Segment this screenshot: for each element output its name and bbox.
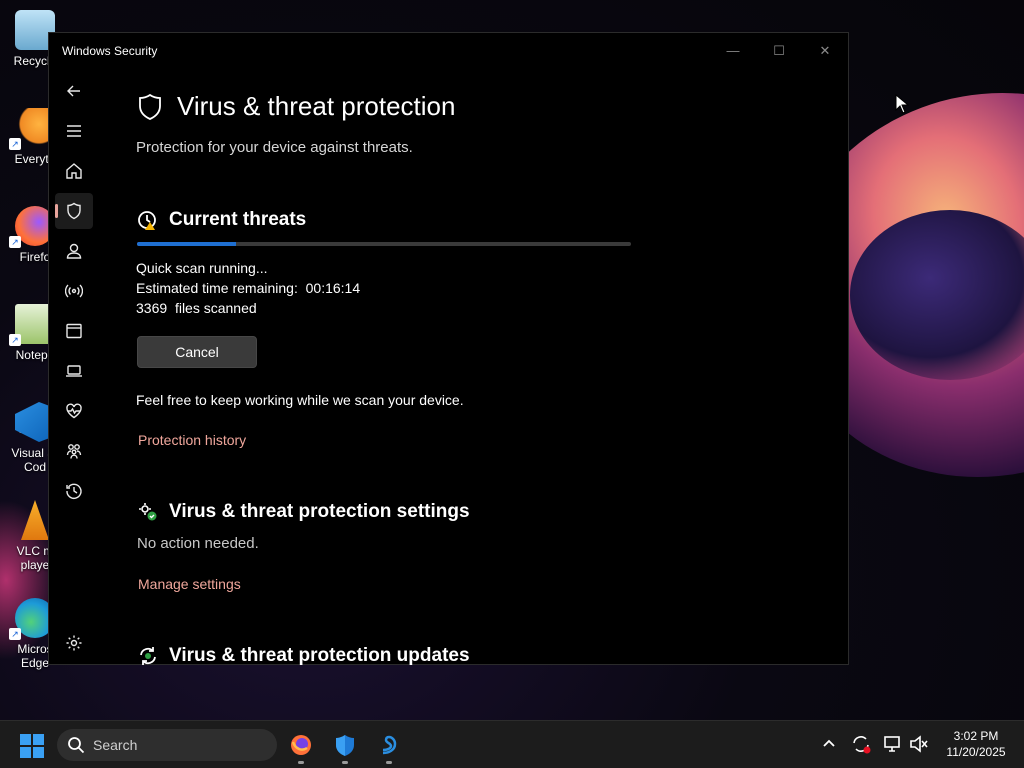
speaker-muted-icon (910, 735, 928, 753)
sidebar-item-app-browser-control[interactable] (55, 313, 93, 349)
back-button[interactable] (55, 73, 93, 109)
running-indicator (386, 761, 392, 764)
tray-sync-status[interactable] (850, 733, 872, 755)
sidebar-item-account-protection[interactable] (55, 233, 93, 269)
page-header: Virus & threat protection (137, 91, 455, 122)
firefox-icon (291, 735, 311, 755)
cancel-scan-button[interactable]: Cancel (137, 336, 257, 368)
settings-section-header: Virus & threat protection settings (137, 501, 470, 523)
page-title: Virus & threat protection (177, 91, 456, 121)
windows-security-window: Windows Security — ☐ ✕ Virus & threat pr… (48, 32, 849, 667)
taskbar-search[interactable]: Search (57, 729, 277, 761)
shield-icon (67, 202, 81, 220)
windows-logo-tile (20, 734, 31, 745)
settings-section-title: Virus & threat protection settings (169, 501, 470, 522)
updates-section-title: Virus & threat protection updates (169, 645, 470, 666)
clock-date: 11/20/2025 (946, 745, 1006, 759)
network-monitor-icon (884, 736, 900, 752)
settings-gears-icon (137, 501, 159, 523)
shield-icon (139, 93, 161, 120)
shortcut-arrow-icon: ↗ (9, 628, 21, 640)
current-threats-header: Current threats (137, 209, 306, 231)
window-title: Windows Security (62, 44, 158, 58)
estimated-time-remaining: Estimated time remaining: 00:16:14 (136, 280, 360, 296)
sidebar-item-device-security[interactable] (55, 353, 93, 389)
swan-app-icon (382, 735, 397, 755)
start-button[interactable] (20, 734, 44, 758)
home-icon (66, 163, 82, 179)
person-icon (66, 243, 82, 259)
taskbar: Search 3:02 PM 11/20/2025 (0, 720, 1024, 768)
menu-button[interactable] (55, 113, 93, 149)
shortcut-arrow-icon: ↗ (15, 432, 21, 442)
mouse-cursor-icon (895, 94, 909, 114)
scan-progress-fill (137, 242, 236, 246)
scan-status: Quick scan running... (136, 260, 268, 276)
settings-status: No action needed. (137, 535, 259, 552)
tray-volume[interactable] (908, 733, 930, 755)
sidebar-item-protection-history[interactable] (55, 473, 93, 509)
running-indicator (298, 761, 304, 764)
laptop-icon (66, 365, 82, 377)
sync-alert-icon (853, 736, 871, 754)
search-placeholder: Search (93, 737, 138, 753)
sidebar-item-device-performance-health[interactable] (55, 393, 93, 429)
shortcut-arrow-icon: ↗ (9, 236, 21, 248)
keep-working-note: Feel free to keep working while we scan … (136, 392, 464, 408)
files-count: 3369 (136, 300, 168, 316)
files-scanned: 3369 files scanned (136, 300, 257, 316)
show-hidden-icons-button[interactable] (818, 733, 840, 755)
title-bar[interactable]: Windows Security — ☐ ✕ (49, 33, 848, 69)
windows-logo-tile (33, 747, 44, 758)
clock-time: 3:02 PM (953, 729, 999, 743)
windows-logo-tile (20, 747, 31, 758)
close-button[interactable]: ✕ (810, 39, 840, 63)
scan-progress-bar (137, 242, 631, 246)
chevron-up-icon (823, 739, 835, 747)
shortcut-arrow-icon: ↗ (9, 530, 21, 542)
search-icon (68, 737, 85, 754)
eta-label: Estimated time remaining: (136, 280, 298, 296)
sidebar-item-settings[interactable] (55, 625, 93, 661)
wireless-signal-icon (65, 284, 83, 298)
sidebar-nav (51, 73, 93, 663)
taskbar-windows-security[interactable] (329, 729, 361, 764)
updates-section-header: Virus & threat protection updates (137, 645, 470, 667)
gear-icon (66, 635, 82, 651)
tray-network[interactable] (882, 733, 904, 755)
family-icon (66, 444, 82, 459)
shortcut-arrow-icon: ↗ (9, 334, 21, 346)
manage-settings-link[interactable]: Manage settings (138, 576, 241, 592)
windows-logo-tile (33, 734, 44, 745)
sidebar-item-virus-threat-protection[interactable] (55, 193, 93, 229)
minimize-button[interactable]: — (718, 39, 748, 63)
history-clock-icon (66, 483, 82, 500)
taskbar-clock[interactable]: 3:02 PM 11/20/2025 (936, 728, 1016, 760)
files-label: files scanned (174, 300, 257, 316)
sidebar-item-firewall-network[interactable] (55, 273, 93, 309)
shortcut-arrow-icon: ↗ (9, 138, 21, 150)
heart-pulse-icon (66, 403, 82, 419)
scan-in-progress-icon (137, 209, 159, 231)
page-subtitle: Protection for your device against threa… (136, 139, 413, 156)
protection-history-link[interactable]: Protection history (138, 432, 246, 448)
hamburger-icon (67, 125, 81, 137)
sidebar-item-home[interactable] (55, 153, 93, 189)
app-window-icon (66, 323, 82, 339)
windows-security-shield-icon (336, 735, 354, 756)
back-arrow-icon (67, 85, 80, 97)
current-threats-title: Current threats (169, 209, 307, 230)
running-indicator (342, 761, 348, 764)
update-refresh-icon (137, 645, 159, 667)
taskbar-app-swan[interactable] (373, 729, 405, 764)
maximize-button[interactable]: ☐ (764, 39, 794, 63)
sidebar-item-family-options[interactable] (55, 433, 93, 469)
taskbar-firefox[interactable] (285, 729, 317, 764)
eta-value: 00:16:14 (305, 280, 361, 296)
